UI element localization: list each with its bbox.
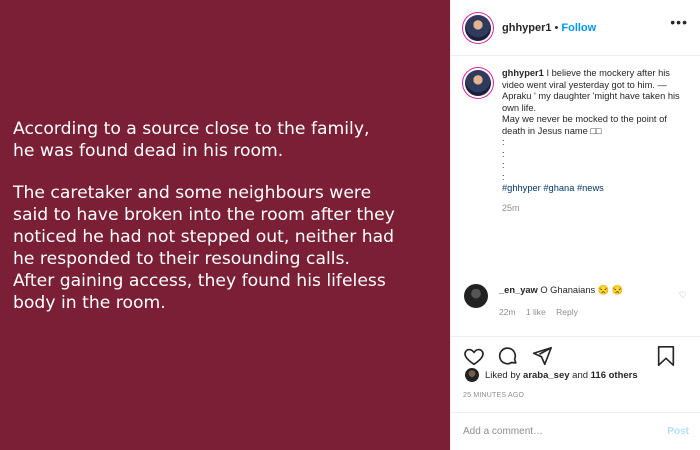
- post-sidebar: ghhyper1 • Follow ••• ghhyper1 I believe…: [450, 0, 700, 450]
- comments-section: ghhyper1 I believe the mockery after his…: [451, 56, 700, 336]
- image-paragraph-2: The caretaker and some neighbours were s…: [13, 183, 395, 313]
- share-icon[interactable]: [531, 345, 553, 367]
- post-comment-button[interactable]: Post: [667, 426, 689, 437]
- likes-prefix: Liked by: [485, 369, 521, 381]
- comment-reply-button[interactable]: Reply: [556, 307, 578, 317]
- comment-heart-icon[interactable]: ♡: [679, 290, 687, 301]
- caption-body: ghhyper1 I believe the mockery after his…: [502, 68, 689, 214]
- action-bar: [451, 336, 700, 366]
- image-paragraph-1: According to a source close to the famil…: [13, 119, 370, 161]
- follow-button[interactable]: Follow: [561, 22, 596, 34]
- author-avatar[interactable]: [465, 14, 491, 41]
- liker-username[interactable]: araba_sey: [523, 370, 569, 381]
- caption-line-4: :: [502, 137, 505, 147]
- comment-likes[interactable]: 1 like: [526, 307, 546, 317]
- post-timestamp[interactable]: 25 MINUTES AGO: [463, 392, 524, 399]
- author-username[interactable]: ghhyper1: [502, 22, 552, 34]
- instagram-post: According to a source close to the famil…: [0, 0, 700, 450]
- caption-line-6: :: [502, 160, 505, 170]
- caption-avatar[interactable]: [465, 70, 491, 96]
- add-comment-bar: Post: [451, 412, 700, 450]
- more-options-icon[interactable]: •••: [670, 14, 688, 30]
- heart-icon[interactable]: [463, 345, 485, 367]
- separator-dot: •: [554, 21, 559, 34]
- likes-and: and: [572, 369, 589, 381]
- comment-meta: 22m 1 like Reply: [499, 306, 623, 318]
- caption-time[interactable]: 25m: [502, 203, 689, 215]
- liker-avatar[interactable]: [465, 368, 479, 382]
- likes-summary: Liked by araba_sey and 116 others: [463, 368, 638, 382]
- caption-line-3: May we never be mocked to the point of d…: [502, 114, 667, 136]
- caption-line-2: Apraku ' my daughter 'might have taken h…: [502, 91, 680, 113]
- comment-icon[interactable]: [497, 345, 519, 367]
- comment-input[interactable]: [463, 426, 643, 437]
- comment-item: _en_yaw O Ghanaians 😒 😒 22m 1 like Reply…: [463, 284, 689, 318]
- comment-time[interactable]: 22m: [499, 307, 516, 317]
- caption-username[interactable]: ghhyper1: [502, 68, 544, 78]
- caption: ghhyper1 I believe the mockery after his…: [463, 68, 689, 214]
- caption-hashtags[interactable]: #ghhyper #ghana #news: [502, 183, 689, 195]
- post-header: ghhyper1 • Follow •••: [451, 0, 700, 56]
- caption-line-7: :: [502, 171, 505, 182]
- commenter-username[interactable]: _en_yaw: [499, 285, 538, 295]
- comment-text: O Ghanaians 😒 😒: [540, 285, 624, 295]
- bookmark-icon[interactable]: [655, 345, 677, 367]
- caption-line-5: :: [502, 148, 505, 159]
- post-image-text: According to a source close to the famil…: [13, 118, 443, 334]
- likes-count[interactable]: 116 others: [591, 370, 638, 381]
- post-image[interactable]: According to a source close to the famil…: [0, 0, 450, 450]
- commenter-avatar[interactable]: [464, 284, 488, 308]
